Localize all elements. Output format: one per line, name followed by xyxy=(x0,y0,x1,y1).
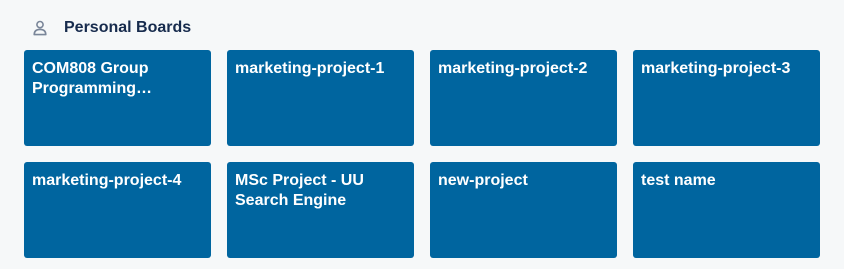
board-tile[interactable]: new-project xyxy=(430,162,617,258)
board-title: MSc Project - UU Search Engine xyxy=(235,172,364,209)
board-tile[interactable]: marketing-project-4 xyxy=(24,162,211,258)
board-title: marketing-project-2 xyxy=(438,60,588,77)
board-title: COM808 Group Programming Assignment xyxy=(32,60,149,97)
board-title: test name xyxy=(641,172,716,189)
board-tile[interactable]: MSc Project - UU Search Engine xyxy=(227,162,414,258)
section-title: Personal Boards xyxy=(64,19,192,36)
board-title: new-project xyxy=(438,172,528,189)
board-title: marketing-project-4 xyxy=(32,172,182,189)
board-title: marketing-project-3 xyxy=(641,60,791,77)
user-icon xyxy=(32,18,48,38)
board-tile[interactable]: COM808 Group Programming Assignment xyxy=(24,50,211,146)
board-tile[interactable]: test name xyxy=(633,162,820,258)
personal-boards-header: Personal Boards xyxy=(32,17,191,39)
board-tile[interactable]: marketing-project-2 xyxy=(430,50,617,146)
board-grid: COM808 Group Programming Assignment mark… xyxy=(24,50,820,258)
board-title: marketing-project-1 xyxy=(235,60,385,77)
board-tile[interactable]: marketing-project-1 xyxy=(227,50,414,146)
board-tile[interactable]: marketing-project-3 xyxy=(633,50,820,146)
